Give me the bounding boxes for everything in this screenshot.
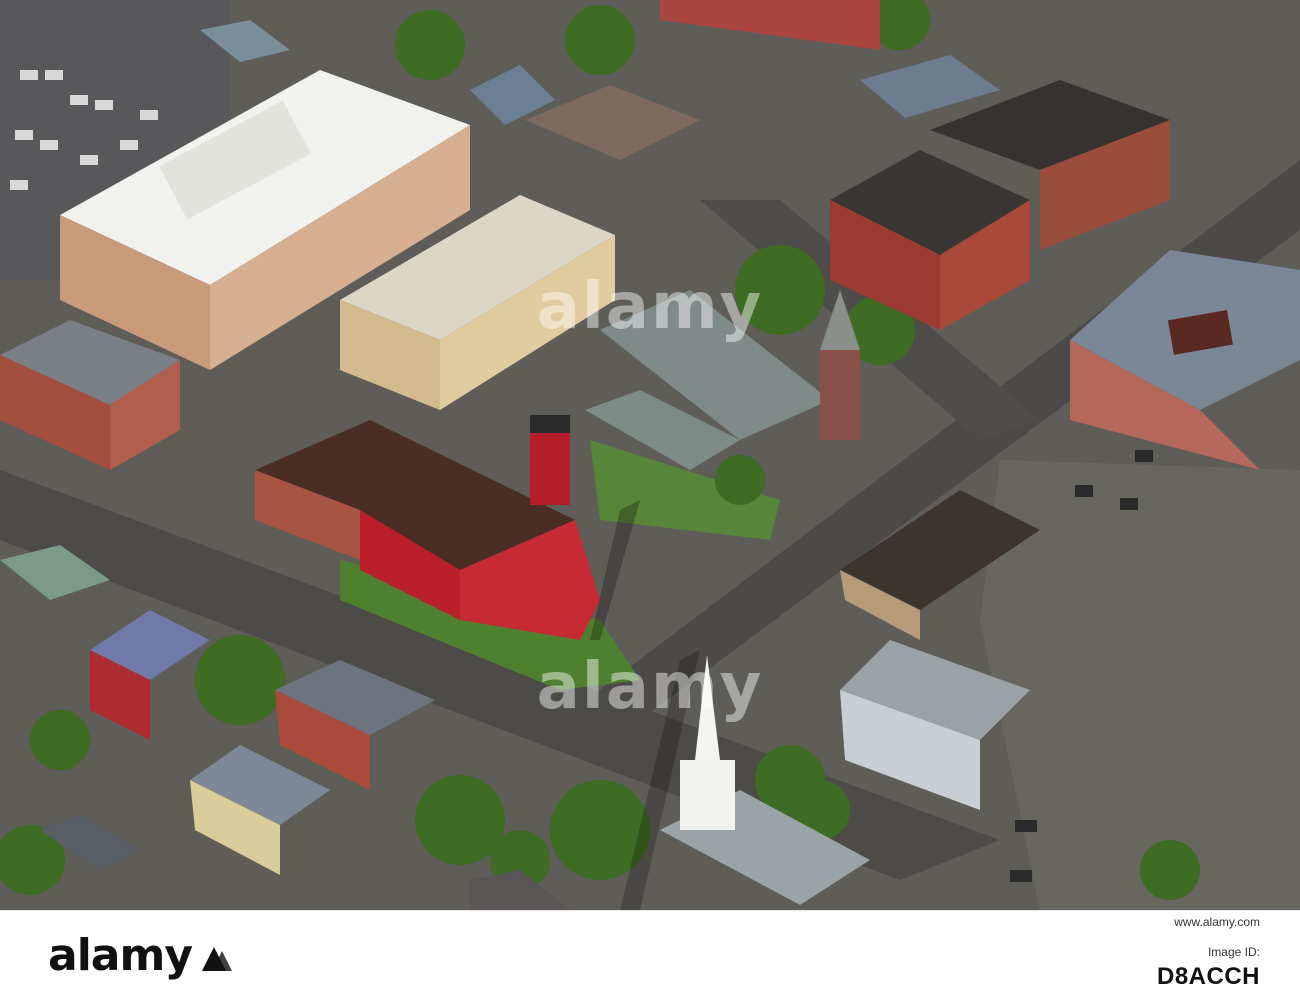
logo-mark-icon — [198, 937, 236, 975]
church-tower — [820, 350, 860, 440]
aerial-photo: alamy alamy — [0, 0, 1300, 910]
courthouse-tower-cap — [530, 415, 570, 433]
image-id-value: D8ACCH — [1156, 963, 1260, 990]
stock-photo-footer: alamy www.alamy.com Image ID: D8ACCH — [0, 910, 1300, 1000]
white-church-tower — [680, 760, 735, 830]
image-id-label: Image ID: — [1207, 945, 1260, 959]
alamy-logo[interactable]: alamy — [48, 931, 236, 981]
aerial-photo-scene — [0, 0, 1300, 910]
logo-text: alamy — [48, 930, 193, 981]
site-url[interactable]: www.alamy.com — [1174, 915, 1260, 929]
